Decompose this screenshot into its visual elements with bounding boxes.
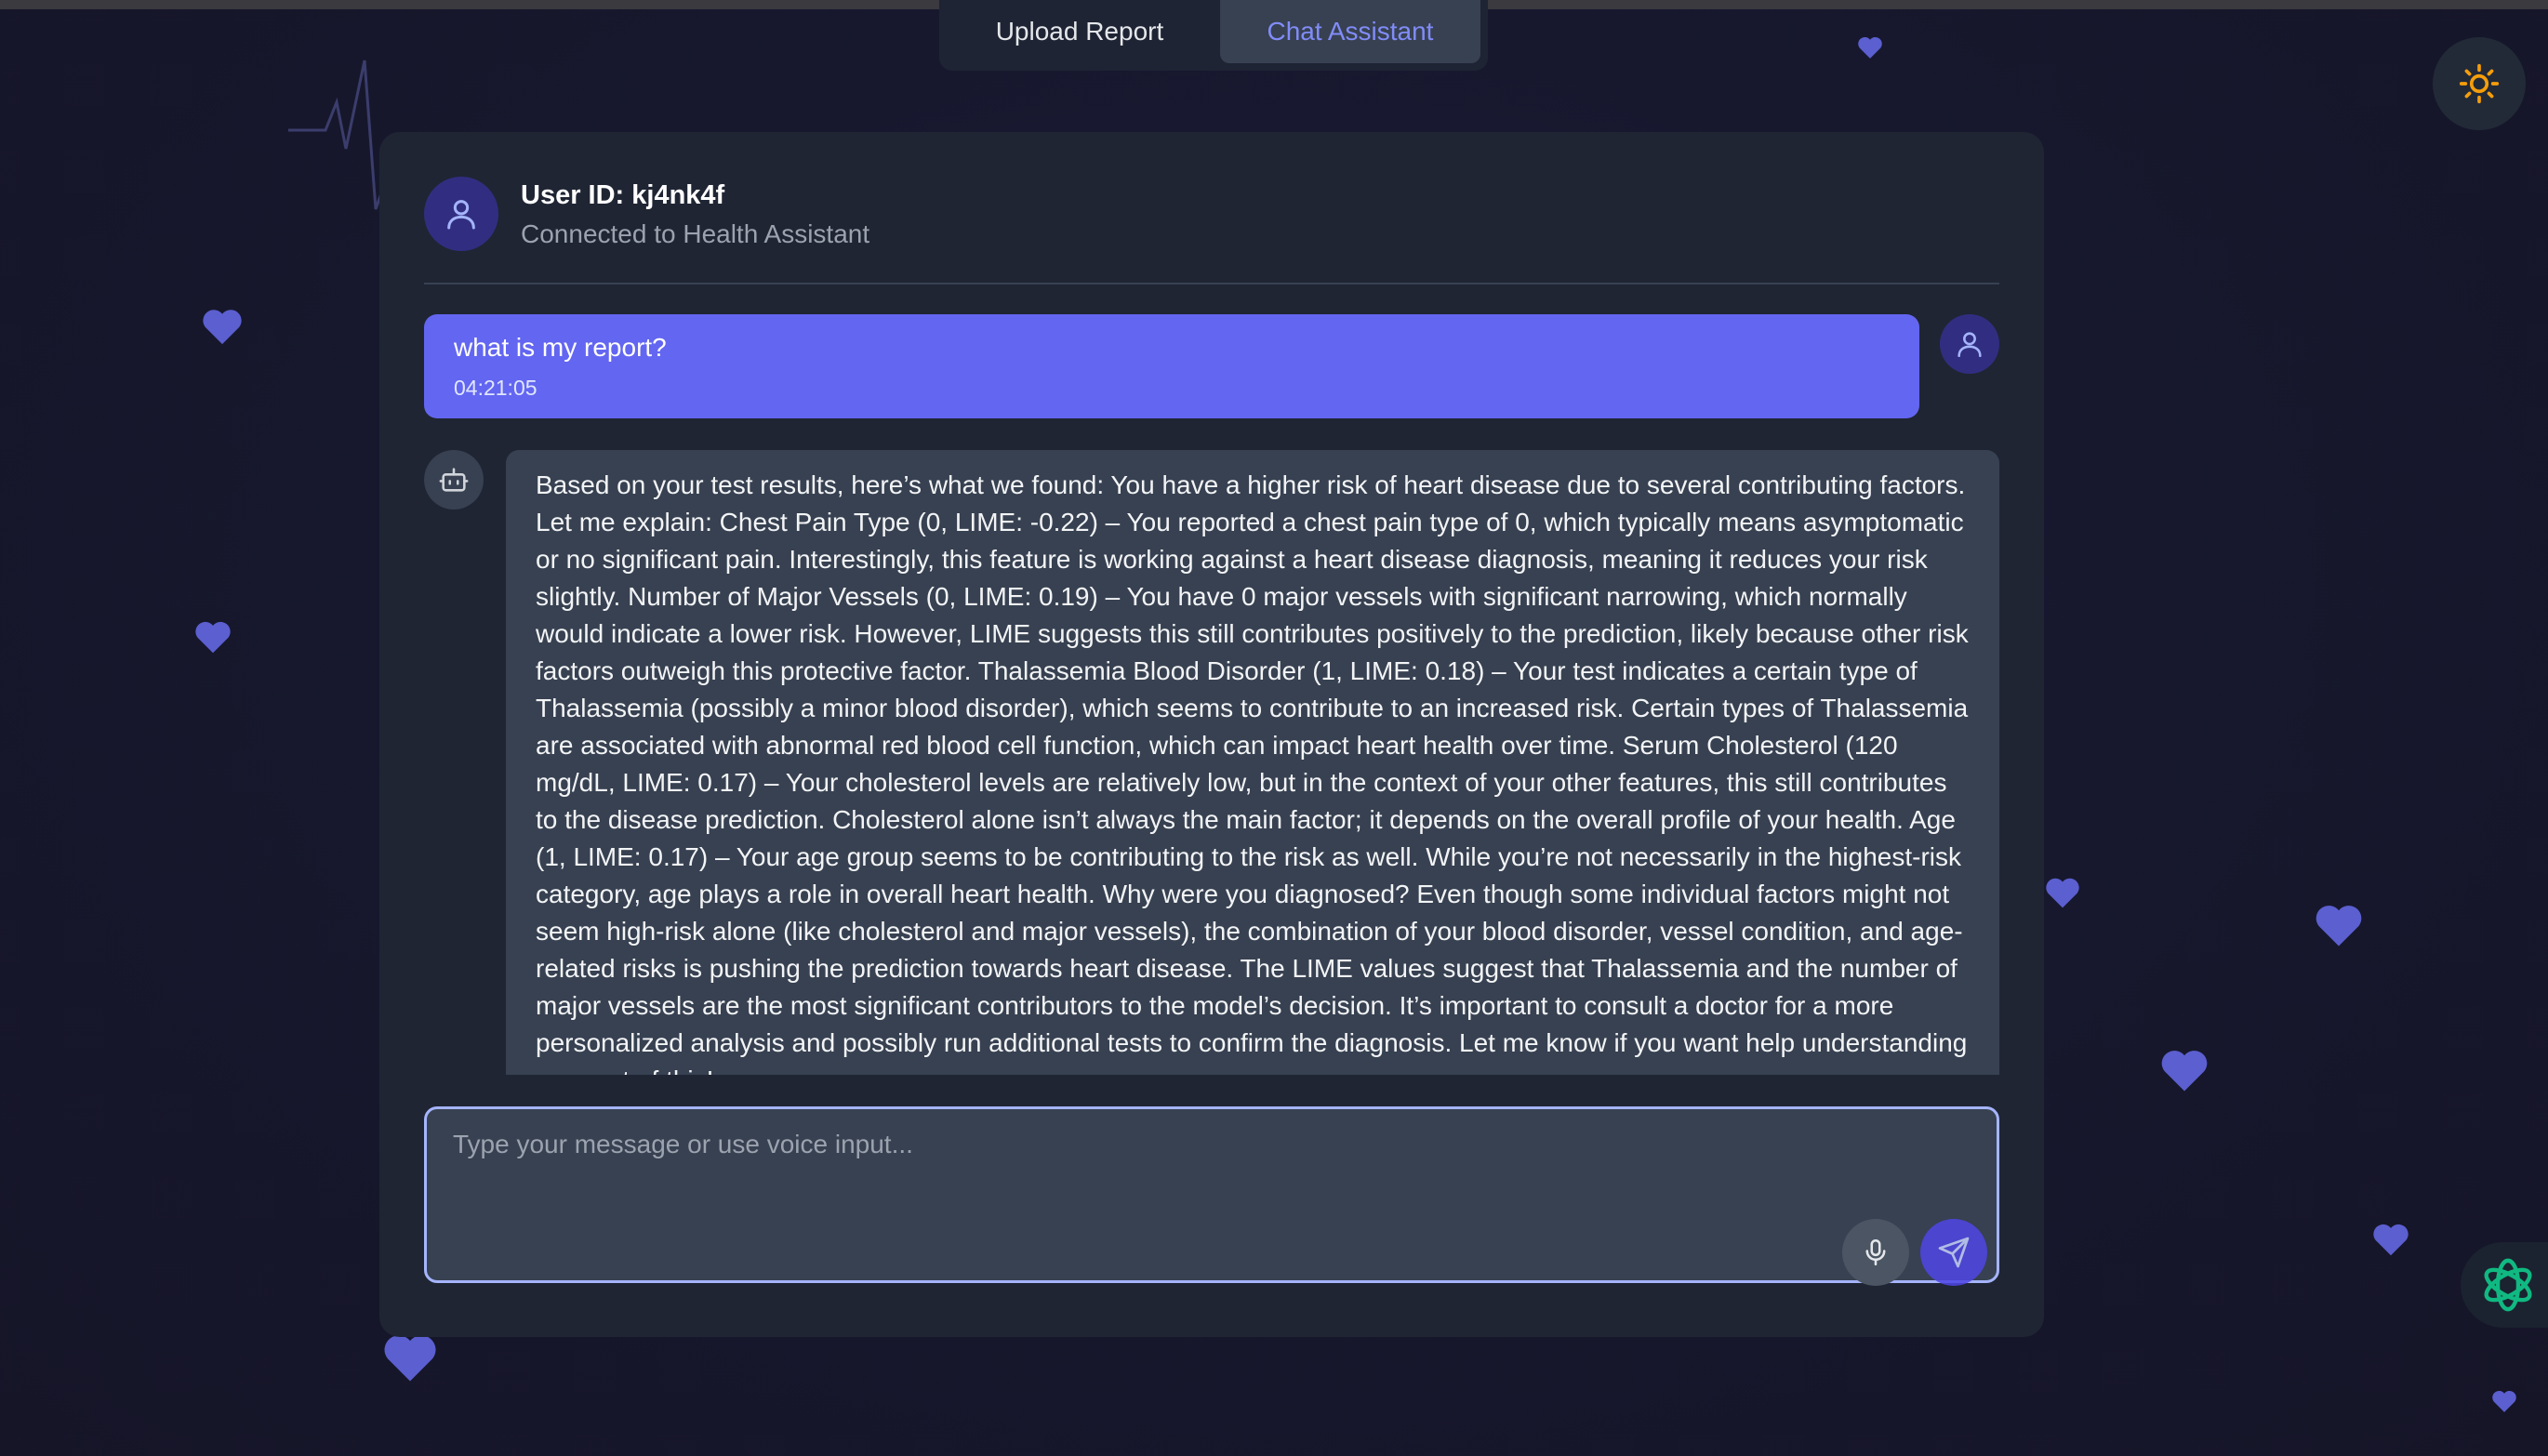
heart-icon — [201, 307, 244, 346]
openai-logo-icon — [2484, 1258, 2532, 1312]
message-input[interactable] — [453, 1130, 1941, 1185]
send-button[interactable] — [1920, 1219, 1987, 1286]
ecg-line-decoration — [288, 60, 391, 210]
tab-bar: Upload Report Chat Assistant — [939, 0, 1488, 71]
connection-status: Connected to Health Assistant — [521, 219, 870, 248]
sun-icon — [2459, 63, 2500, 104]
avatar — [424, 177, 498, 251]
message-text: what is my report? — [454, 333, 667, 362]
microphone-icon — [1865, 1238, 1886, 1266]
bot-avatar — [424, 450, 484, 510]
message-input-box — [424, 1106, 1999, 1286]
heart-icon — [2159, 1047, 2210, 1093]
heart-icon — [2044, 876, 2081, 909]
message-timestamp: 04:21:05 — [454, 376, 537, 400]
message-text: Based on your test results, here’s what … — [536, 470, 1969, 1075]
send-icon — [1938, 1237, 1970, 1268]
heart-icon — [2314, 902, 2364, 948]
heart-icon — [2490, 1389, 2518, 1413]
message-list[interactable]: what is my report? 04:21:05 Based on you… — [424, 314, 1999, 1075]
bot-icon — [439, 468, 469, 492]
heart-icon — [2371, 1222, 2410, 1257]
user-id-label: User ID: kj4nk4f — [521, 180, 725, 210]
tab-upload-report[interactable]: Upload Report — [947, 0, 1213, 63]
chat-card: User ID: kj4nk4f Connected to Health Ass… — [379, 132, 2044, 1337]
tab-chat-assistant[interactable]: Chat Assistant — [1219, 0, 1480, 63]
voice-input-button[interactable] — [1842, 1219, 1909, 1286]
user-icon — [1957, 332, 1982, 358]
heart-icon — [1856, 35, 1884, 60]
heart-icon — [381, 1331, 439, 1383]
user-avatar — [1940, 314, 1999, 374]
user-message-bubble: what is my report? 04:21:05 — [424, 314, 1919, 418]
user-icon — [447, 200, 475, 230]
ai-assistant-button[interactable] — [2461, 1242, 2548, 1328]
heart-icon — [193, 619, 232, 655]
assistant-message-bubble: Based on your test results, here’s what … — [506, 450, 1999, 1075]
theme-toggle-button[interactable] — [2433, 37, 2526, 130]
chat-header: User ID: kj4nk4f Connected to Health Ass… — [424, 177, 1999, 285]
